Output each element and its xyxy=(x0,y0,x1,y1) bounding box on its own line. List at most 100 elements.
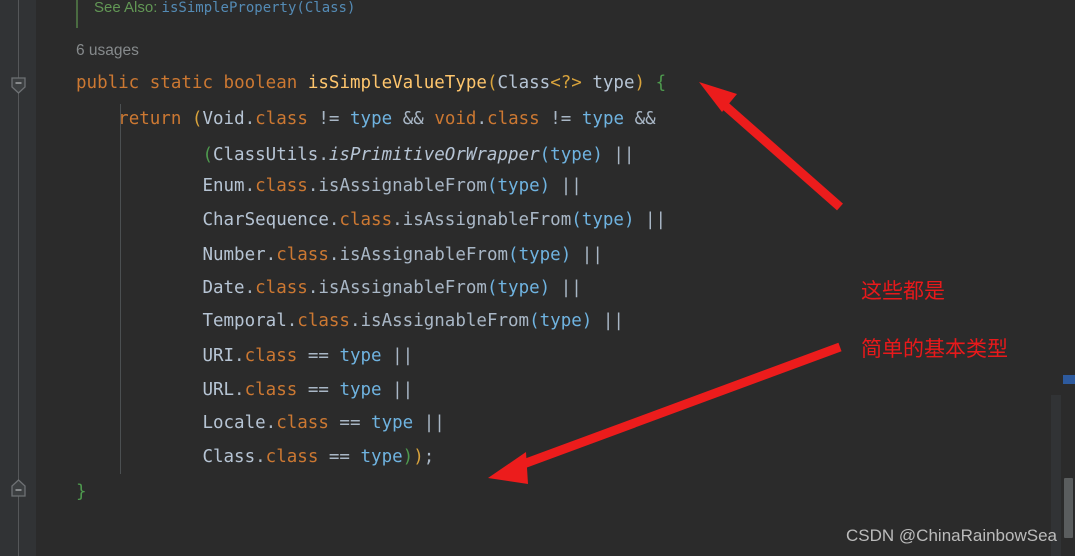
token: ) xyxy=(539,278,551,298)
token: Locale xyxy=(202,413,266,433)
token: ( xyxy=(508,245,519,265)
code-line-charsequence-assignable[interactable]: CharSequence.class.isAssignableFrom(type… xyxy=(76,205,666,235)
token: URI xyxy=(202,346,235,366)
code-line-class-eq[interactable]: Class.class == type)); xyxy=(76,442,434,472)
code-line-closing-brace[interactable]: } xyxy=(76,477,87,507)
token: class xyxy=(339,210,393,230)
code-line-temporal-assignable[interactable]: Temporal.class.isAssignableFrom(type) || xyxy=(76,306,624,336)
token: boolean xyxy=(223,73,298,93)
token: isAssignableFrom xyxy=(318,176,487,196)
token: || xyxy=(413,413,445,433)
token: class xyxy=(297,311,350,331)
editor-gutter[interactable] xyxy=(0,0,36,556)
token: ( xyxy=(486,73,498,93)
token: type xyxy=(497,278,540,298)
token: type xyxy=(371,413,414,433)
token: ) xyxy=(560,245,572,265)
error-stripe-marker[interactable] xyxy=(1063,375,1075,384)
token: isAssignableFrom xyxy=(360,311,530,331)
code-line-return[interactable]: return (Void.class != type && void.class… xyxy=(76,104,655,134)
vertical-scrollbar-thumb[interactable] xyxy=(1064,478,1073,538)
code-line-url-eq[interactable]: URL.class == type || xyxy=(76,375,413,405)
token: CharSequence xyxy=(202,210,329,230)
token: . xyxy=(265,413,277,433)
token: isAssignableFrom xyxy=(402,210,572,230)
token: . xyxy=(476,109,488,129)
token: . xyxy=(307,176,319,196)
token: ; xyxy=(423,447,435,467)
token: ( xyxy=(539,145,551,165)
code-line-signature[interactable]: public static boolean isSimpleValueType(… xyxy=(76,68,666,98)
code-line-enum-assignable[interactable]: Enum.class.isAssignableFrom(type) || xyxy=(76,171,582,201)
token: class xyxy=(276,413,329,433)
token: type xyxy=(550,145,593,165)
fold-collapse-icon-top[interactable] xyxy=(8,74,29,95)
token: type xyxy=(497,176,540,196)
token: && xyxy=(392,109,435,129)
token: <?> xyxy=(550,73,582,93)
token: || xyxy=(381,380,414,400)
token: || xyxy=(381,346,414,366)
token: class xyxy=(255,109,308,129)
token: ) xyxy=(402,447,414,467)
token: ClassUtils xyxy=(212,145,319,165)
token: . xyxy=(244,109,256,129)
token: . xyxy=(392,210,403,230)
token: Enum xyxy=(202,176,245,196)
token: ( xyxy=(191,109,203,129)
token: type xyxy=(539,311,582,331)
token: Number xyxy=(202,245,266,265)
code-line-primitive-or-wrapper[interactable]: (ClassUtils.isPrimitiveOrWrapper(type) |… xyxy=(76,140,634,170)
token: type xyxy=(350,109,393,129)
token: . xyxy=(244,176,256,196)
token: == xyxy=(328,413,372,433)
token: isAssignableFrom xyxy=(318,278,487,298)
ide-editor-screenshot: See Also: isSimpleProperty(Class) 6 usage… xyxy=(0,0,1075,556)
token: { xyxy=(655,73,667,93)
code-line-number-assignable[interactable]: Number.class.isAssignableFrom(type) || xyxy=(76,240,603,270)
token: != xyxy=(307,109,351,129)
token: isSimpleValueType xyxy=(307,73,487,93)
usages-inlay-hint[interactable]: 6 usages xyxy=(76,36,139,66)
token: . xyxy=(318,145,329,165)
token: class xyxy=(487,109,540,129)
token: URL xyxy=(202,380,235,400)
token: ( xyxy=(571,210,582,230)
fold-collapse-icon-bottom[interactable] xyxy=(8,478,29,499)
token: ) xyxy=(581,311,593,331)
token: type xyxy=(339,380,382,400)
code-line-locale-eq[interactable]: Locale.class == type || xyxy=(76,408,445,438)
token: . xyxy=(255,447,266,467)
token: ( xyxy=(202,145,213,165)
token: ( xyxy=(486,278,498,298)
token: void xyxy=(434,109,477,129)
token: Date xyxy=(202,278,245,298)
token: type xyxy=(360,447,403,467)
token: || xyxy=(550,176,582,196)
code-line-date-assignable[interactable]: Date.class.isAssignableFrom(type) || xyxy=(76,273,581,303)
see-also-link[interactable]: isSimpleProperty(Class) xyxy=(162,0,356,16)
javadoc-block-bar xyxy=(76,0,78,28)
code-line-uri-eq[interactable]: URI.class == type || xyxy=(76,341,413,371)
token: == xyxy=(297,346,340,366)
token: ) xyxy=(413,447,424,467)
token: class xyxy=(244,380,298,400)
token: public xyxy=(76,73,140,93)
token: || xyxy=(571,245,603,265)
token: Temporal xyxy=(202,311,287,331)
vertical-scrollbar-track[interactable] xyxy=(1061,0,1075,556)
token: type xyxy=(581,109,625,129)
token: class xyxy=(265,447,319,467)
